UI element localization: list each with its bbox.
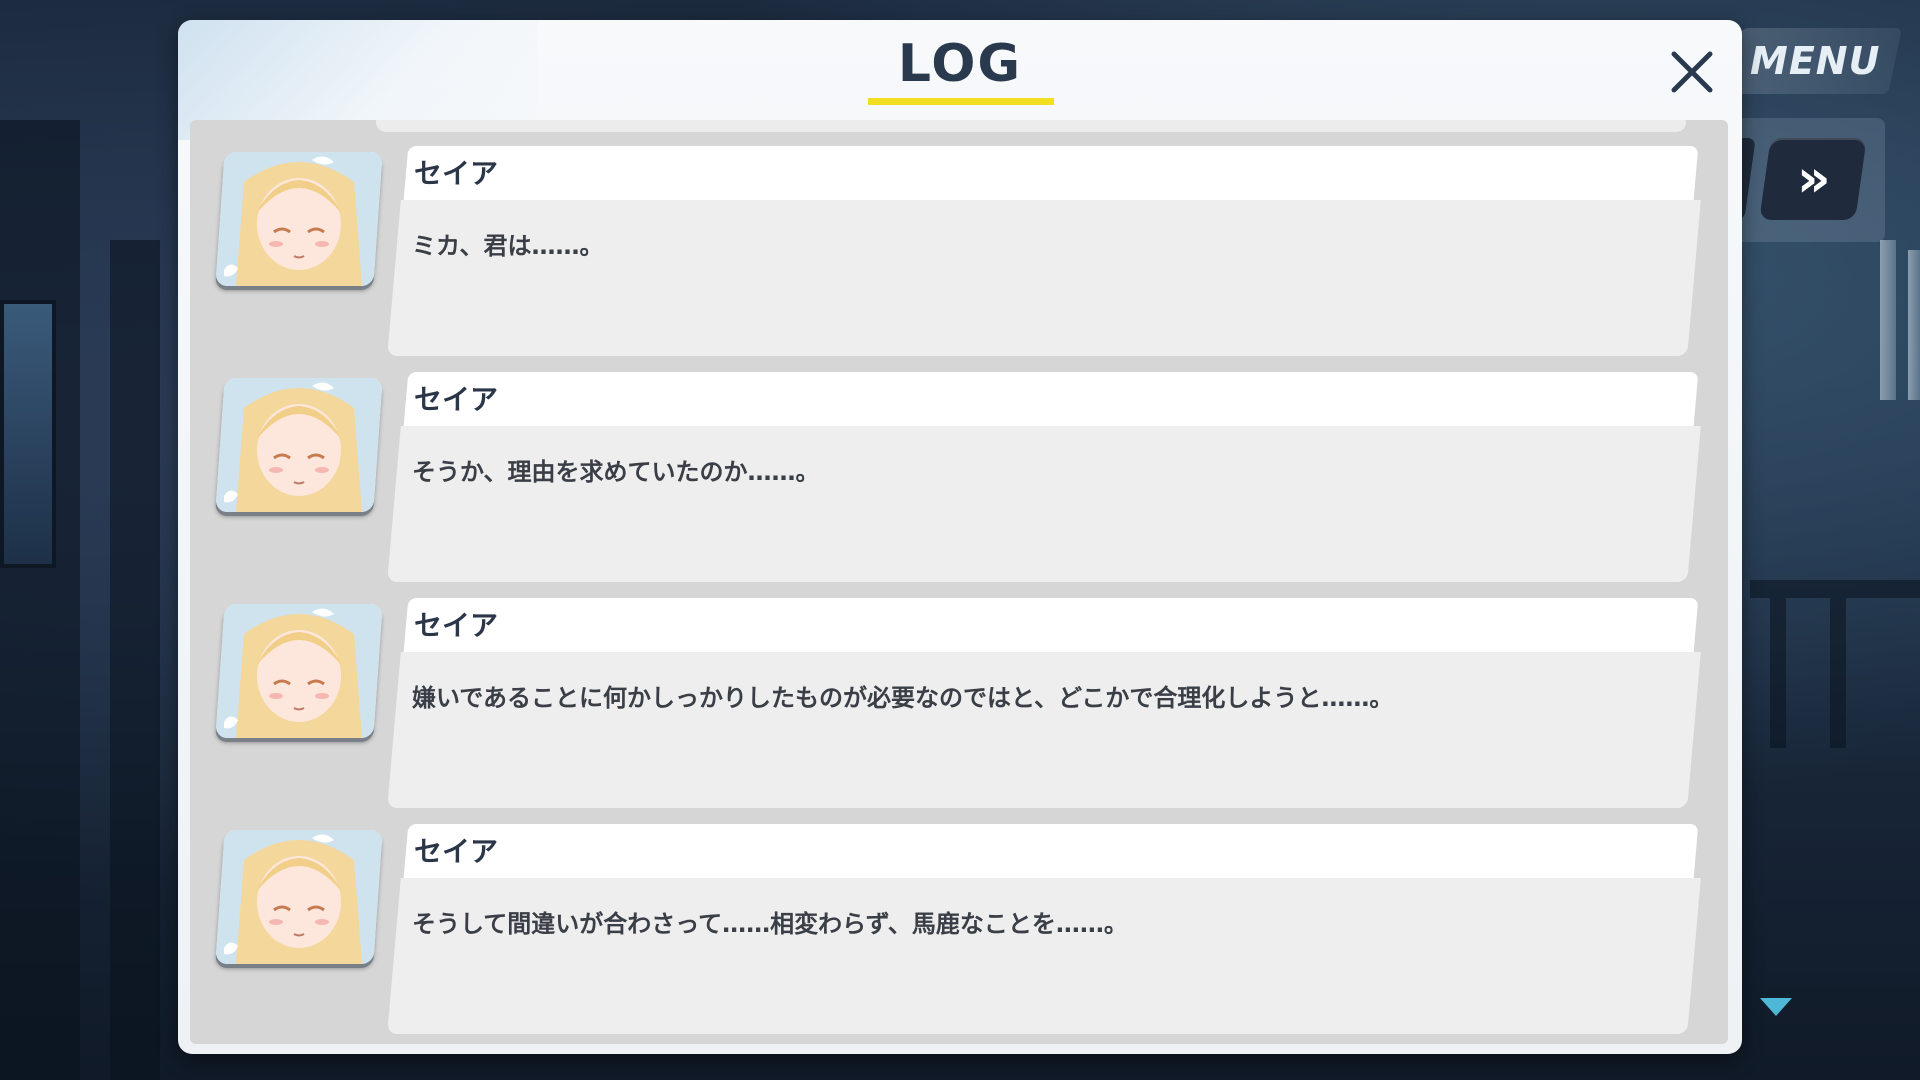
speaker-portrait — [215, 830, 383, 964]
speaker-name: セイア — [414, 609, 499, 642]
skip-button[interactable]: » — [1759, 138, 1867, 220]
log-title: LOG — [897, 34, 1023, 94]
menu-button[interactable]: MENU — [1727, 28, 1903, 94]
name-bar-bg — [403, 824, 1699, 878]
speaker-name: セイア — [414, 835, 499, 868]
dialogue-text: そうか、理由を求めていたのか……。 — [412, 458, 820, 486]
triangle-down-icon[interactable] — [1760, 998, 1792, 1016]
bg-column — [110, 240, 160, 1080]
dialogue-text: 嫌いであることに何かしっかりしたものが必要なのではと、どこかで合理化しようと……… — [412, 684, 1394, 712]
log-entry: セイア そうして間違いが合わさって……相変わらず、馬鹿なことを……。 — [190, 824, 1728, 1044]
message-box-bg — [387, 878, 1701, 1034]
dialogue-bubble: セイア そうか、理由を求めていたのか……。 — [380, 372, 1710, 584]
speaker-name: セイア — [414, 157, 499, 190]
log-panel: LOG セイア ミカ、君は……。 セイア そうか、理由を求めていたのか……。 セ… — [178, 20, 1742, 1054]
character-face-icon — [216, 378, 382, 512]
dialogue-text: ミカ、君は……。 — [412, 232, 604, 260]
message-box-bg — [387, 200, 1701, 356]
name-bar-bg — [403, 372, 1699, 426]
character-face-icon — [216, 604, 382, 738]
previous-entry-edge — [376, 120, 1686, 132]
dialogue-text: そうして間違いが合わさって……相変わらず、馬鹿なことを……。 — [412, 910, 1128, 938]
log-entry: セイア そうか、理由を求めていたのか……。 — [190, 372, 1728, 596]
skip-chevrons-icon: » — [1797, 149, 1821, 209]
log-title-underline — [868, 98, 1054, 105]
name-bar-bg — [403, 598, 1699, 652]
character-face-icon — [216, 830, 382, 964]
message-box-bg — [387, 426, 1701, 582]
message-box-bg — [387, 652, 1701, 808]
character-face-icon — [216, 152, 382, 286]
log-header: LOG — [178, 20, 1742, 110]
speaker-portrait — [215, 604, 383, 738]
bg-window — [0, 300, 56, 568]
menu-button-label: MENU — [1749, 39, 1881, 83]
speaker-name: セイア — [414, 383, 499, 416]
close-button[interactable] — [1654, 34, 1730, 110]
close-icon — [1671, 51, 1713, 93]
bg-railing — [1750, 580, 1920, 598]
name-bar-bg — [403, 146, 1699, 200]
dialogue-bubble: セイア 嫌いであることに何かしっかりしたものが必要なのではと、どこかで合理化しよ… — [380, 598, 1710, 810]
speaker-portrait — [215, 378, 383, 512]
bg-railing-post — [1770, 598, 1786, 748]
bg-pillar — [1880, 240, 1896, 400]
bg-railing-post — [1830, 598, 1846, 748]
log-list[interactable]: セイア ミカ、君は……。 セイア そうか、理由を求めていたのか……。 セイア 嫌… — [190, 120, 1728, 1044]
log-entry: セイア 嫌いであることに何かしっかりしたものが必要なのではと、どこかで合理化しよ… — [190, 598, 1728, 822]
speaker-portrait — [215, 152, 383, 286]
bg-pillar — [1908, 250, 1920, 400]
dialogue-bubble: セイア そうして間違いが合わさって……相変わらず、馬鹿なことを……。 — [380, 824, 1710, 1036]
dialogue-bubble: セイア ミカ、君は……。 — [380, 146, 1710, 358]
bg-column — [0, 120, 80, 1080]
log-entry: セイア ミカ、君は……。 — [190, 146, 1728, 370]
